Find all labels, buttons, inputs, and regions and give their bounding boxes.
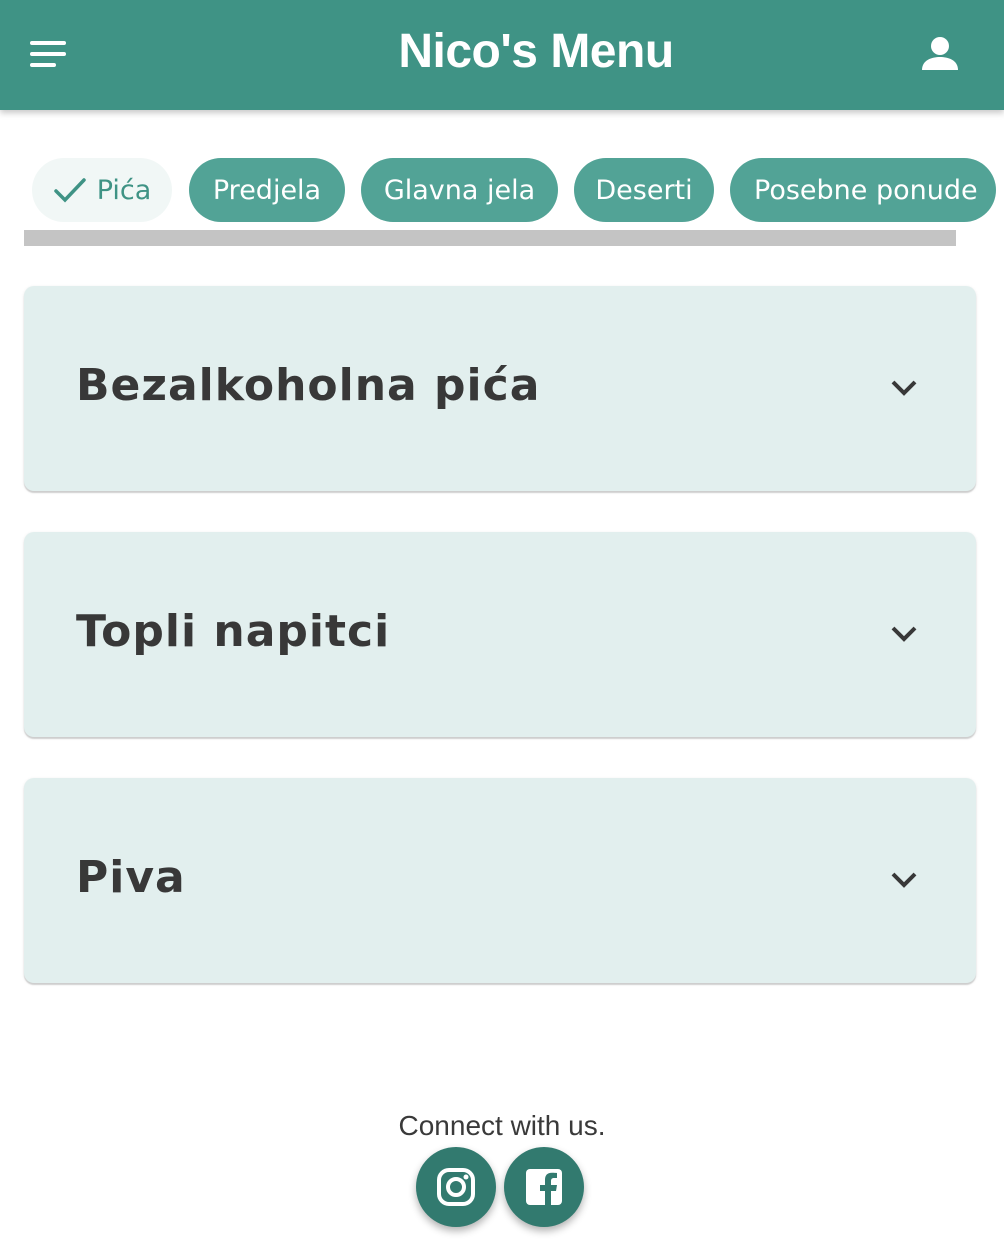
section-panel[interactable]: Bezalkoholna pića — [24, 286, 976, 491]
footer-text: Connect with us. — [398, 1110, 606, 1141]
chip-deserti[interactable]: Deserti — [574, 158, 714, 222]
category-chips: Pića Predjela Glavna jela Deserti Posebn… — [0, 158, 1004, 222]
app-title: Nico's Menu — [398, 25, 674, 78]
chip-label: Pića — [96, 174, 152, 206]
account-button[interactable] — [918, 34, 962, 74]
chip-glavna-jela[interactable]: Glavna jela — [361, 158, 558, 222]
chip-label: Predjela — [212, 174, 322, 206]
section-title: Piva — [76, 852, 186, 903]
section-title: Topli napitci — [76, 606, 391, 657]
facebook-button[interactable] — [504, 1147, 584, 1227]
section-title: Bezalkoholna pića — [76, 360, 541, 411]
instagram-icon — [437, 1168, 475, 1206]
chip-posebne-ponude[interactable]: Posebne ponude — [730, 158, 996, 222]
facebook-icon — [526, 1169, 562, 1205]
chip-predjela[interactable]: Predjela — [189, 158, 345, 222]
section-panel[interactable]: Topli napitci — [24, 532, 976, 737]
chip-label: Posebne ponude — [754, 174, 978, 206]
chip-pica[interactable]: Pića — [32, 158, 172, 222]
person-icon — [922, 37, 958, 70]
chevron-down-icon[interactable] — [888, 376, 920, 400]
chip-label: Deserti — [595, 174, 693, 206]
check-icon — [53, 178, 86, 203]
app-bar: Nico's Menu — [0, 0, 1004, 110]
chevron-down-icon[interactable] — [888, 622, 920, 646]
chevron-down-icon[interactable] — [888, 868, 920, 892]
horizontal-scrollbar[interactable] — [24, 230, 956, 246]
instagram-button[interactable] — [416, 1147, 496, 1227]
section-panel[interactable]: Piva — [24, 778, 976, 983]
chip-label: Glavna jela — [383, 174, 536, 206]
